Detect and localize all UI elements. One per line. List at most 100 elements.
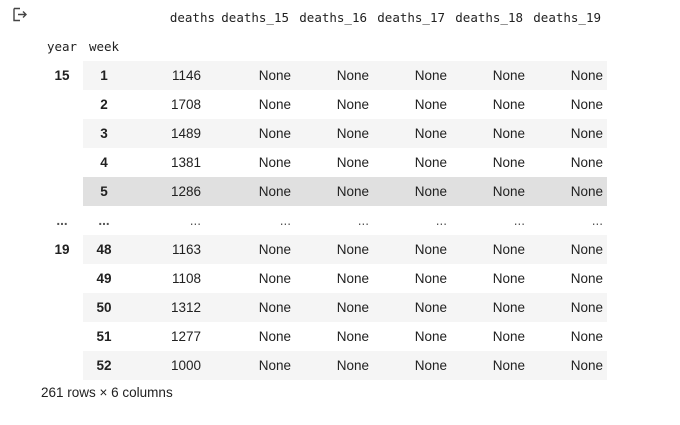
index-week: 1 — [83, 61, 125, 90]
column-header: deaths — [169, 10, 215, 25]
cell-deaths: 1163 — [125, 235, 217, 264]
index-year: 19 — [54, 242, 70, 257]
index-week: 4 — [100, 155, 108, 170]
cell-deaths: 1277 — [170, 329, 201, 344]
cell-deaths-18: None — [492, 271, 525, 286]
cell-deaths-16: None — [336, 271, 369, 286]
table-row: 50 1312 None None None None None — [41, 293, 607, 322]
dataframe-table: deaths deaths_15 deaths_16 deaths_17 dea… — [41, 3, 607, 380]
cell-deaths-19: ... — [591, 213, 603, 228]
cell-deaths-18: None — [451, 351, 529, 380]
output-redirect-icon[interactable] — [11, 6, 29, 24]
cell-deaths-17: None — [414, 97, 447, 112]
table-row: 4 1381 None None None None None — [41, 148, 607, 177]
cell-deaths-19: None — [529, 235, 607, 264]
cell-deaths-15: None — [258, 155, 291, 170]
table-row: 52 1000 None None None None None — [41, 351, 607, 380]
cell-deaths-19: None — [570, 271, 603, 286]
cell-deaths: 1381 — [170, 155, 201, 170]
table-row: 2 1708 None None None None None — [41, 90, 607, 119]
table-row: 49 1108 None None None None None — [41, 264, 607, 293]
cell-deaths-15: None — [217, 177, 295, 206]
cell-deaths-16: None — [295, 61, 373, 90]
cell-deaths-16: None — [295, 119, 373, 148]
cell-deaths-17: None — [373, 177, 451, 206]
ellipsis-row: ... ... ... ... ... ... ... ... — [41, 206, 607, 235]
cell-deaths-17: None — [373, 293, 451, 322]
cell-deaths-18: ... — [513, 213, 525, 228]
cell-deaths: 1312 — [125, 293, 217, 322]
index-header-row: year week — [41, 32, 607, 61]
cell-deaths-17: None — [373, 351, 451, 380]
cell-deaths-17: ... — [435, 213, 447, 228]
cell-deaths-15: None — [217, 293, 295, 322]
index-week: 51 — [96, 329, 112, 344]
cell-deaths: 1708 — [170, 97, 201, 112]
index-week: 48 — [83, 235, 125, 264]
column-header: deaths_18 — [455, 10, 523, 25]
cell-deaths-16: None — [295, 235, 373, 264]
table-row: 15 1 1146 None None None None None — [41, 61, 607, 90]
index-week: 50 — [83, 293, 125, 322]
cell-deaths-19: None — [529, 177, 607, 206]
cell-deaths: 1286 — [125, 177, 217, 206]
cell-deaths: ... — [189, 213, 201, 228]
cell-deaths-18: None — [492, 155, 525, 170]
cell-deaths-19: None — [529, 119, 607, 148]
cell-deaths-19: None — [529, 351, 607, 380]
cell-deaths-16: None — [336, 97, 369, 112]
cell-deaths-17: None — [373, 235, 451, 264]
cell-deaths: 1108 — [171, 271, 201, 286]
cell-deaths-16: None — [336, 329, 369, 344]
cell-deaths-15: None — [217, 119, 295, 148]
cell-deaths-18: None — [492, 97, 525, 112]
cell-deaths-17: None — [373, 119, 451, 148]
cell-deaths-15: None — [217, 351, 295, 380]
cell-deaths-18: None — [451, 119, 529, 148]
cell-deaths-15: None — [258, 271, 291, 286]
index-week: ... — [98, 213, 110, 228]
cell-deaths: 1146 — [125, 61, 217, 90]
column-header: deaths_16 — [299, 10, 367, 25]
column-header: deaths_15 — [221, 10, 289, 25]
cell-deaths-17: None — [414, 155, 447, 170]
cell-deaths-18: None — [451, 235, 529, 264]
cell-deaths-15: None — [217, 61, 295, 90]
cell-deaths-18: None — [451, 177, 529, 206]
index-year: 15 — [54, 68, 70, 83]
cell-deaths-17: None — [414, 329, 447, 344]
index-name-year: year — [46, 39, 78, 54]
index-week: 3 — [83, 119, 125, 148]
cell-deaths-17: None — [414, 271, 447, 286]
cell-deaths-19: None — [529, 293, 607, 322]
cell-deaths-17: None — [373, 61, 451, 90]
column-header: deaths_17 — [377, 10, 445, 25]
cell-deaths-18: None — [451, 61, 529, 90]
cell-deaths-16: None — [336, 155, 369, 170]
cell-deaths-18: None — [492, 329, 525, 344]
cell-deaths-16: ... — [357, 213, 369, 228]
index-week: 5 — [83, 177, 125, 206]
cell-deaths-19: None — [570, 329, 603, 344]
cell-deaths-19: None — [570, 97, 603, 112]
cell-deaths-16: None — [295, 351, 373, 380]
cell-deaths-15: ... — [279, 213, 291, 228]
index-week: 52 — [83, 351, 125, 380]
table-row: 3 1489 None None None None None — [41, 119, 607, 148]
cell-deaths-15: None — [258, 329, 291, 344]
column-header: deaths_19 — [533, 10, 601, 25]
column-header-row: deaths deaths_15 deaths_16 deaths_17 dea… — [41, 3, 607, 32]
cell-deaths: 1489 — [125, 119, 217, 148]
index-week: 49 — [96, 271, 112, 286]
cell-deaths-16: None — [295, 177, 373, 206]
cell-deaths-15: None — [258, 97, 291, 112]
cell-deaths-19: None — [529, 61, 607, 90]
cell-deaths: 1000 — [125, 351, 217, 380]
index-year: ... — [56, 213, 68, 228]
dataframe-shape-summary: 261 rows × 6 columns — [41, 385, 173, 400]
index-name-week: week — [88, 39, 120, 54]
cell-deaths-18: None — [451, 293, 529, 322]
index-week: 2 — [100, 97, 108, 112]
cell-deaths-16: None — [295, 293, 373, 322]
table-row: 19 48 1163 None None None None None — [41, 235, 607, 264]
